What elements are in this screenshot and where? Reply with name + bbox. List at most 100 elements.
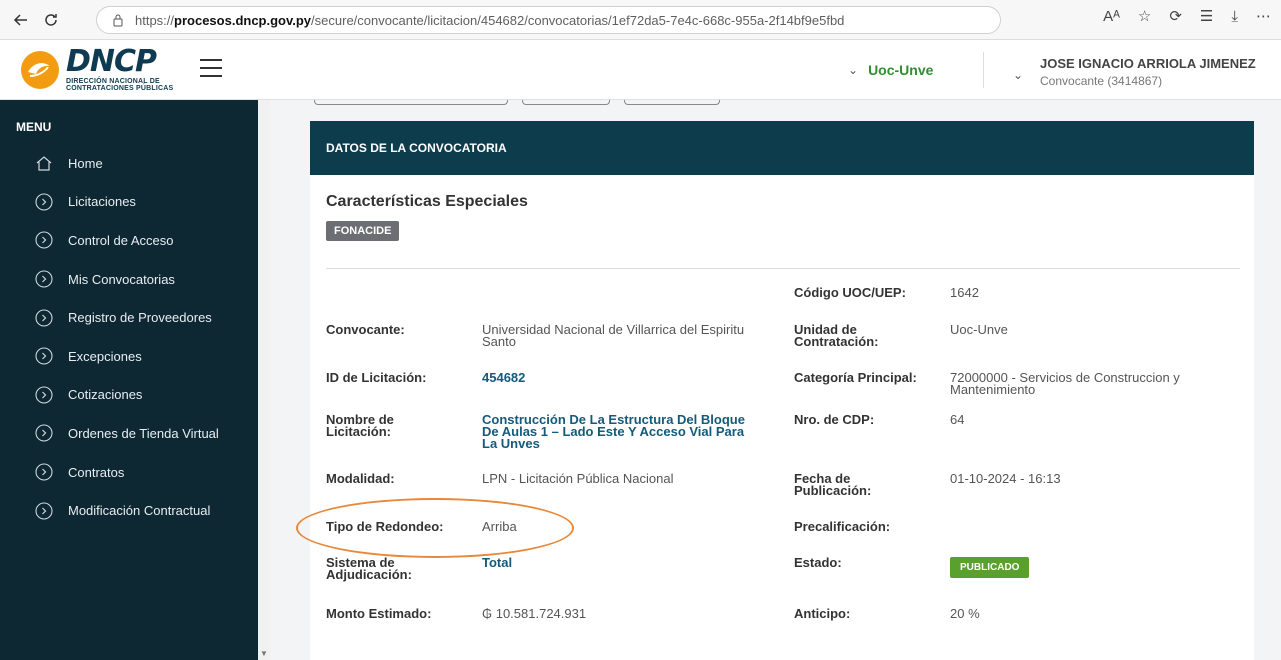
header-divider: [983, 52, 984, 88]
sidebar-item-label: Cotizaciones: [68, 387, 143, 403]
brand-name: DNCP: [66, 44, 157, 79]
chevron-circle-icon: [34, 346, 54, 366]
categoria-label: Categoría Principal:: [794, 370, 917, 385]
chevron-circle-icon: [34, 501, 54, 521]
sidebar-item-label: Contratos: [68, 464, 125, 480]
id-licitacion-label: ID de Licitación:: [326, 370, 427, 385]
browser-actions: Aᴬ ☆ ⟳ ☰ ⤓ ⋯: [1103, 7, 1271, 26]
card-header: DATOS DE LA CONVOCATORIA: [310, 121, 1254, 175]
back-arrow-icon: [13, 13, 27, 26]
sidebar-item-mis-convocatorias[interactable]: Mis Convocatorias: [0, 260, 258, 299]
sidebar-item-label: Home: [68, 155, 103, 171]
status-badge: PUBLICADO: [950, 557, 1030, 578]
home-icon: [34, 153, 54, 173]
sidebar-item-registro-de-proveedores[interactable]: Registro de Proveedores: [0, 298, 258, 337]
brand-subtitle-2: CONTRATACIONES PÚBLICAS: [66, 85, 174, 92]
extensions-icon[interactable]: ⟳: [1169, 7, 1182, 25]
sistema-label: Sistema de Adjudicación:: [326, 556, 412, 582]
monto-label: Monto Estimado:: [326, 606, 432, 621]
sidebar-item-label: Control de Acceso: [68, 232, 174, 248]
fecha-label-line: Publicación:: [794, 483, 872, 498]
fonacide-tag: FONACIDE: [326, 221, 400, 241]
more-menu-icon[interactable]: ⋯: [1256, 7, 1271, 25]
logo-text: DNCP DIRECCIÓN NACIONAL DE CONTRATACIONE…: [66, 44, 174, 93]
uoc-label: Uoc-Unve: [868, 62, 934, 78]
chevron-circle-icon: [34, 230, 54, 250]
scroll-down-arrow-icon[interactable]: ▼: [260, 649, 268, 658]
nombre-label-line: Licitación:: [326, 424, 392, 439]
user-role: Convocante (3414867): [1040, 74, 1163, 88]
sistema-value: Total: [482, 555, 513, 570]
brand-subtitle-1: DIRECCIÓN NACIONAL DE: [66, 78, 160, 85]
sidebar-item-label: Ordenes de Tienda Virtual: [68, 425, 219, 441]
downloads-icon[interactable]: ⤓: [1231, 8, 1238, 25]
nombre-licitacion-link[interactable]: Construcción De La Estructura Del Bloque…: [482, 413, 745, 451]
estado-label: Estado:: [794, 555, 842, 570]
chevron-circle-icon: [34, 269, 54, 289]
fecha-label: Fecha de Publicación:: [794, 472, 872, 498]
convocante-value: Universidad Nacional de Villarrica del E…: [482, 322, 745, 348]
unidad-label-line: Contratación:: [794, 334, 879, 349]
sidebar-item-label: Excepciones: [68, 348, 142, 364]
address-bar[interactable]: https://procesos.dncp.gov.py/secure/conv…: [96, 6, 1001, 34]
nombre-label: Nombre de Licitación:: [326, 413, 394, 439]
modalidad-label: Modalidad:: [326, 471, 395, 486]
reload-button[interactable]: [36, 5, 66, 35]
action-button[interactable]: [314, 100, 508, 105]
sidebar-item-home[interactable]: Home: [0, 144, 258, 183]
categoria-value-line: Mantenimiento: [950, 382, 1036, 397]
sidebar-item-excepciones[interactable]: Excepciones: [0, 337, 258, 376]
sidebar-item-label: Modificación Contractual: [68, 503, 211, 519]
chevron-circle-icon: [34, 192, 54, 212]
sidebar-item-ordenes-de-tienda-virtual[interactable]: Ordenes de Tienda Virtual: [0, 414, 258, 453]
precalificacion-label: Precalificación:: [794, 519, 891, 534]
sidebar-item-contratos[interactable]: Contratos: [0, 453, 258, 492]
codigo-uoc-label: Código UOC/UEP:: [794, 285, 906, 300]
chevron-circle-icon: [34, 385, 54, 405]
redondeo-value: Arriba: [482, 519, 517, 534]
dncp-logo-icon: [21, 50, 59, 89]
fecha-value: 01-10-2024 - 16:13: [950, 471, 1061, 486]
user-menu[interactable]: ⌄ JOSE IGNACIO ARRIOLA JIMENEZ Convocant…: [1013, 56, 1256, 88]
sidebar-item-modificacion-contractual[interactable]: Modificación Contractual: [0, 491, 258, 530]
browser-toolbar: https://procesos.dncp.gov.py/secure/conv…: [0, 0, 1281, 40]
action-button[interactable]: [522, 100, 610, 105]
id-licitacion-link[interactable]: 454682: [482, 371, 525, 384]
action-button[interactable]: [624, 100, 720, 105]
hamburger-menu-icon[interactable]: [200, 59, 222, 77]
user-name: JOSE IGNACIO ARRIOLA JIMENEZ: [1040, 56, 1256, 71]
menu-title: MENU: [16, 120, 52, 134]
sidebar-scrollbar[interactable]: ▼: [258, 100, 270, 660]
url-host: procesos.dncp.gov.py: [174, 12, 312, 28]
chevron-down-icon: ⌄: [1013, 68, 1024, 82]
convocatoria-card: DATOS DE LA CONVOCATORIA Características…: [310, 121, 1254, 660]
sidebar-item-label: Registro de Proveedores: [68, 310, 212, 326]
convocante-label: Convocante:: [326, 322, 405, 337]
sidebar-item-control-de-acceso[interactable]: Control de Acceso: [0, 221, 258, 260]
nombre-value-line: La Unves: [482, 436, 540, 451]
convocante-value-line: Universidad Nacional de Villarrica del E…: [482, 322, 745, 337]
redondeo-label: Tipo de Redondeo:: [326, 519, 444, 534]
modalidad-value: LPN - Licitación Pública Nacional: [482, 471, 674, 486]
anticipo-label: Anticipo:: [794, 606, 851, 621]
reload-icon: [45, 13, 57, 26]
sidebar-item-cotizaciones[interactable]: Cotizaciones: [0, 376, 258, 415]
monto-value: ₲ 10.581.724.931: [482, 606, 587, 621]
favorite-star-icon[interactable]: ☆: [1138, 7, 1151, 25]
menu-list: Home Licitaciones Control de Acceso Mis Con…: [0, 144, 258, 530]
sidebar-item-label: Mis Convocatorias: [68, 271, 175, 287]
lock-icon: [111, 13, 125, 27]
url-path: /secure/convocante/licitacion/454682/con…: [311, 12, 845, 28]
divider: [326, 268, 1240, 269]
url-prefix: https://: [135, 12, 175, 28]
cdp-value: 64: [950, 412, 965, 427]
back-button[interactable]: [6, 5, 36, 35]
read-aloud-icon[interactable]: Aᴬ: [1103, 8, 1120, 25]
sidebar-item-licitaciones[interactable]: Licitaciones: [0, 183, 258, 222]
partial-action-buttons: [314, 100, 720, 105]
cdp-label: Nro. de CDP:: [794, 412, 875, 427]
sistema-label-line: Adjudicación:: [326, 567, 412, 582]
favorites-list-icon[interactable]: ☰: [1200, 7, 1213, 25]
uoc-selector[interactable]: ⌄ Uoc-Unve: [848, 62, 933, 78]
codigo-uoc-value: 1642: [950, 285, 979, 300]
